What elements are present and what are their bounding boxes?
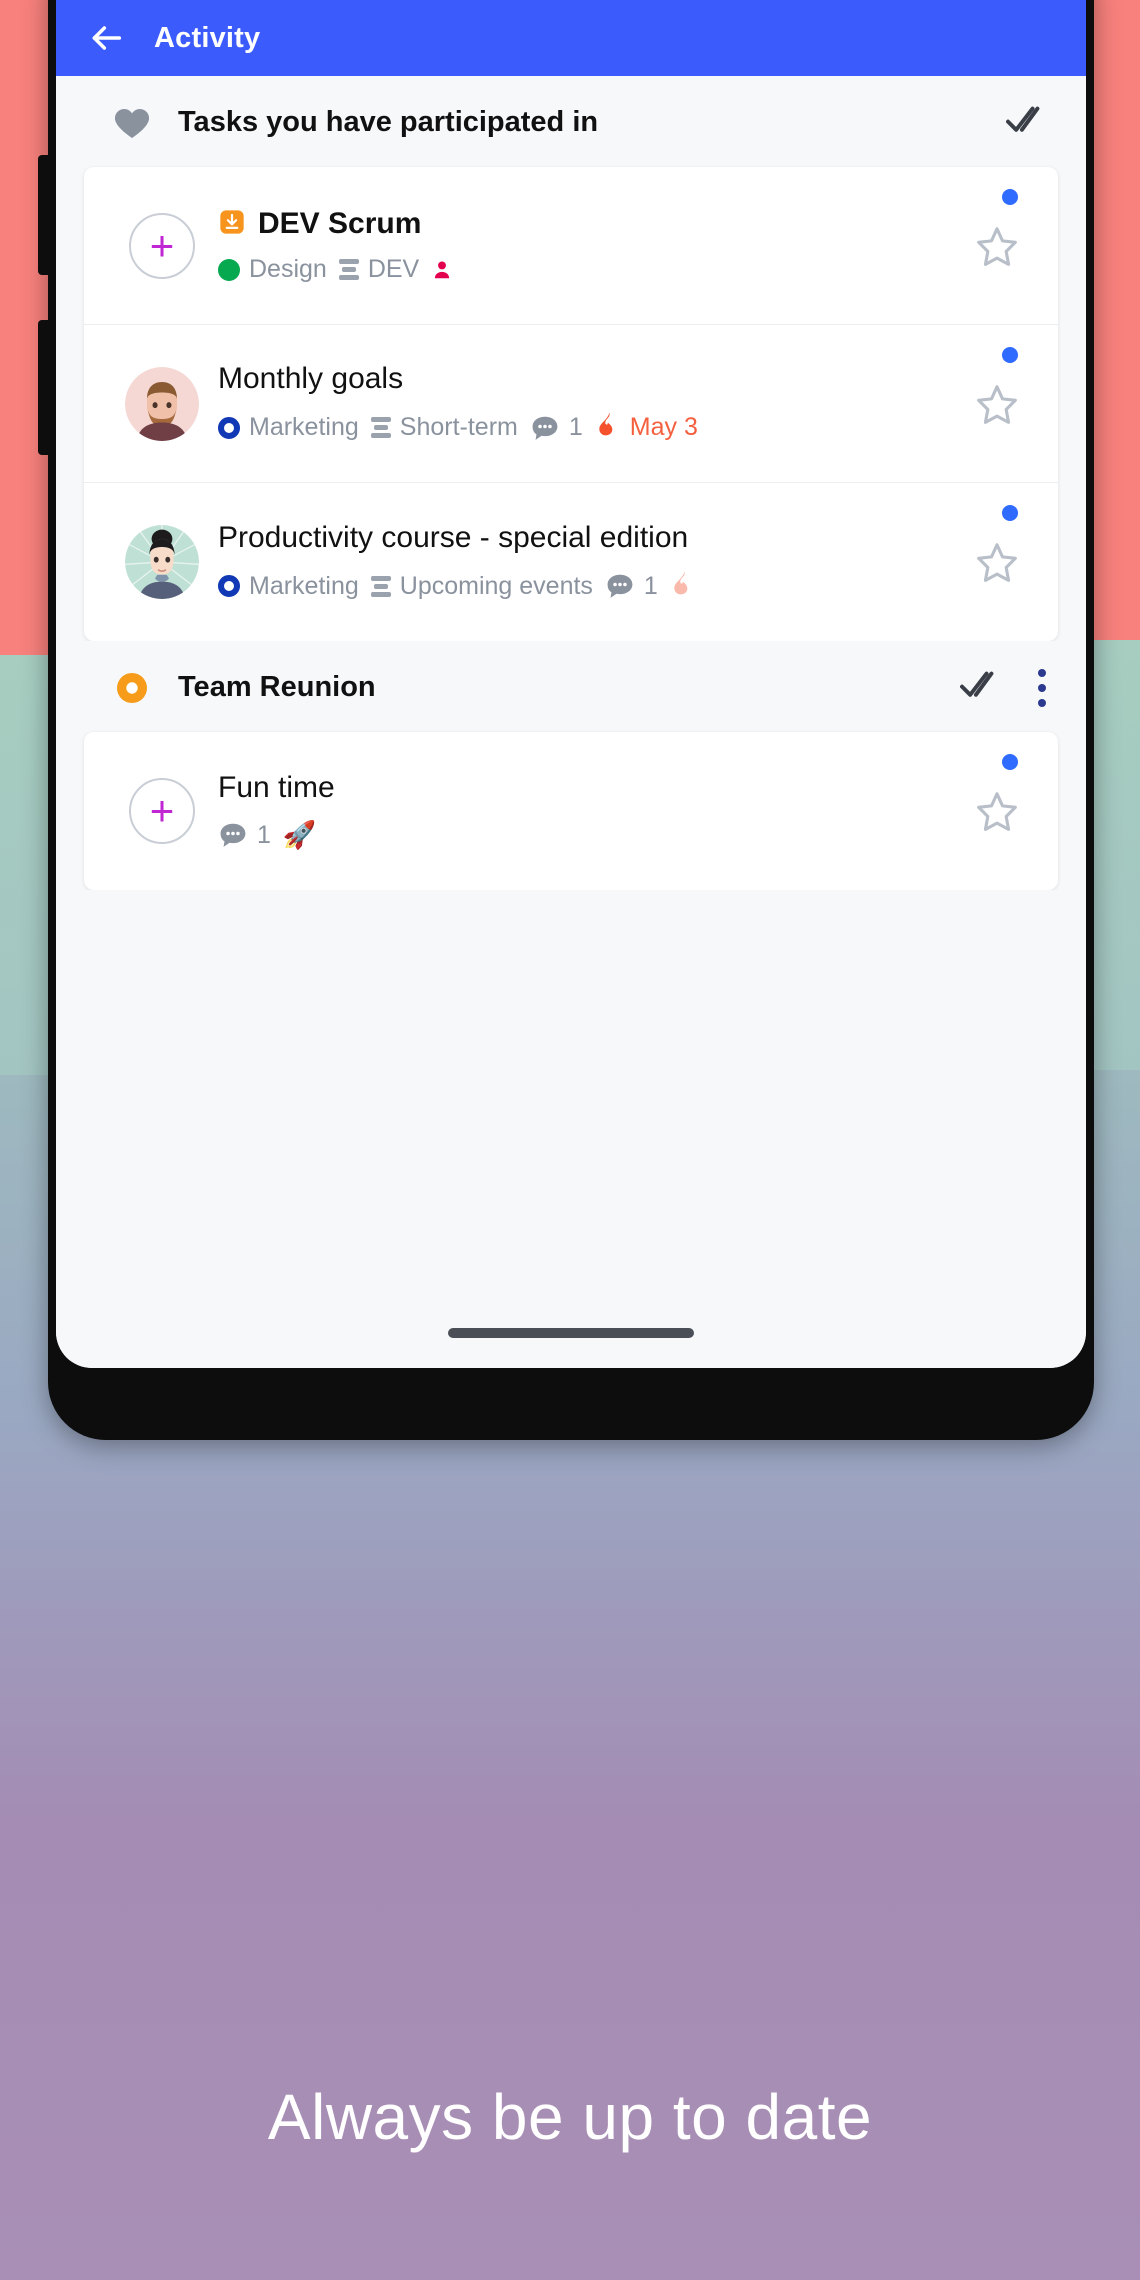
task-content: DEV Scrum Design DEV bbox=[218, 207, 958, 284]
avatar[interactable] bbox=[106, 525, 218, 599]
section-header-participated: Tasks you have participated in bbox=[56, 76, 1086, 167]
task-meta: Marketing Short-term 1 May 3 bbox=[218, 410, 946, 445]
mark-read-icon[interactable] bbox=[1006, 102, 1046, 143]
comment-count: 1 bbox=[643, 571, 658, 600]
list-icon bbox=[370, 417, 391, 438]
comment-chip: 1 bbox=[605, 572, 658, 601]
task-meta: Marketing Upcoming events 1 bbox=[218, 569, 946, 604]
arrow-left-icon[interactable] bbox=[86, 18, 126, 58]
section-title: Team Reunion bbox=[178, 671, 376, 703]
fire-icon bbox=[595, 410, 621, 445]
list-label: Upcoming events bbox=[399, 571, 593, 600]
comment-chip: 1 bbox=[218, 821, 271, 850]
status-label: Design bbox=[249, 255, 327, 283]
table-row[interactable]: + Fun time 1 🚀 bbox=[84, 732, 1058, 890]
list-icon bbox=[370, 575, 391, 597]
avatar[interactable]: + bbox=[106, 778, 218, 844]
status-ring-icon bbox=[218, 416, 240, 439]
list-chip: Upcoming events bbox=[370, 571, 593, 601]
task-content: Monthly goals Marketing Short-term 1 May… bbox=[218, 362, 958, 445]
due-chip bbox=[670, 569, 705, 604]
list-label: Short-term bbox=[399, 413, 518, 441]
phone-power-button[interactable] bbox=[38, 320, 52, 455]
section-title: Tasks you have participated in bbox=[178, 106, 599, 138]
due-date: May 3 bbox=[629, 413, 698, 441]
status-chip: Marketing bbox=[218, 413, 359, 442]
unread-indicator bbox=[1002, 347, 1018, 363]
unread-indicator bbox=[1002, 189, 1018, 205]
status-chip: Design bbox=[218, 255, 327, 284]
app-bar: Activity bbox=[56, 0, 1086, 76]
task-meta: Design DEV bbox=[218, 255, 946, 284]
avatar[interactable] bbox=[106, 366, 218, 441]
fire-icon bbox=[670, 569, 696, 604]
task-content: Productivity course - special edition Ma… bbox=[218, 521, 958, 604]
phone-screen: Activity Tasks you have participated in bbox=[56, 0, 1086, 1368]
rocket-emoji: 🚀 bbox=[282, 820, 317, 850]
avatar-man-image bbox=[125, 366, 199, 441]
star-outline-icon[interactable] bbox=[958, 540, 1036, 584]
section-actions bbox=[960, 667, 1056, 708]
task-card-group-participated: + DEV Scrum Design DEV Monthly goals Mar… bbox=[84, 167, 1058, 641]
heart-icon bbox=[86, 103, 178, 143]
status-ring-icon bbox=[218, 575, 240, 597]
plus-icon[interactable]: + bbox=[129, 212, 195, 279]
star-outline-icon[interactable] bbox=[958, 224, 1036, 268]
status-label: Marketing bbox=[249, 413, 359, 441]
comment-icon bbox=[607, 574, 633, 598]
task-title: DEV Scrum bbox=[258, 207, 422, 240]
person-icon bbox=[435, 260, 450, 278]
list-chip: DEV bbox=[338, 255, 420, 284]
screen-content: Tasks you have participated in + DEV Scr… bbox=[56, 76, 1086, 1368]
avatar-woman-image bbox=[125, 525, 199, 599]
section-header-team-reunion: Team Reunion bbox=[56, 641, 1086, 732]
plus-icon[interactable]: + bbox=[129, 778, 195, 844]
due-chip: May 3 bbox=[595, 410, 698, 445]
promo-stage: Activity Tasks you have participated in bbox=[0, 0, 1140, 2280]
list-label: DEV bbox=[367, 255, 420, 283]
empty-space bbox=[56, 890, 1086, 1298]
star-outline-icon[interactable] bbox=[958, 789, 1036, 833]
unread-indicator bbox=[1002, 505, 1018, 521]
star-outline-icon[interactable] bbox=[958, 382, 1036, 426]
unread-indicator bbox=[1002, 754, 1018, 770]
task-content: Fun time 1 🚀 bbox=[218, 771, 958, 851]
assignee-chip bbox=[431, 257, 453, 283]
mark-read-icon[interactable] bbox=[960, 667, 1000, 708]
status-label: Marketing bbox=[249, 571, 359, 600]
home-indicator-bar bbox=[448, 1328, 694, 1338]
page-title: Activity bbox=[154, 21, 261, 54]
promo-caption: Always be up to date bbox=[267, 2081, 873, 2153]
inbox-download-icon bbox=[218, 208, 246, 241]
list-icon bbox=[338, 259, 359, 280]
comment-chip: 1 bbox=[530, 413, 583, 442]
rocket-icon: 🚀 bbox=[283, 819, 317, 851]
task-title: Monthly goals bbox=[218, 362, 404, 395]
table-row[interactable]: + DEV Scrum Design DEV bbox=[84, 167, 1058, 325]
avatar[interactable]: + bbox=[106, 212, 218, 279]
comment-count: 1 bbox=[568, 413, 583, 441]
comment-icon bbox=[532, 416, 558, 440]
task-card-group-team-reunion: + Fun time 1 🚀 bbox=[84, 732, 1058, 890]
task-title: Fun time bbox=[218, 771, 335, 804]
ring-icon bbox=[86, 670, 178, 706]
task-title: Productivity course - special edition bbox=[218, 520, 689, 554]
table-row[interactable]: Productivity course - special edition Ma… bbox=[84, 483, 1058, 641]
phone-volume-button[interactable] bbox=[38, 155, 52, 275]
comment-icon bbox=[220, 823, 246, 847]
table-row[interactable]: Monthly goals Marketing Short-term 1 May… bbox=[84, 325, 1058, 483]
status-chip: Marketing bbox=[218, 572, 359, 601]
status-dot-icon bbox=[218, 258, 240, 281]
task-meta: 1 🚀 bbox=[218, 819, 946, 851]
section-actions bbox=[1006, 102, 1056, 143]
more-vertical-icon[interactable] bbox=[1038, 668, 1046, 707]
home-indicator[interactable] bbox=[56, 1298, 1086, 1368]
phone-frame: Activity Tasks you have participated in bbox=[38, 0, 1094, 1440]
list-chip: Short-term bbox=[370, 413, 518, 442]
comment-count: 1 bbox=[257, 820, 271, 849]
